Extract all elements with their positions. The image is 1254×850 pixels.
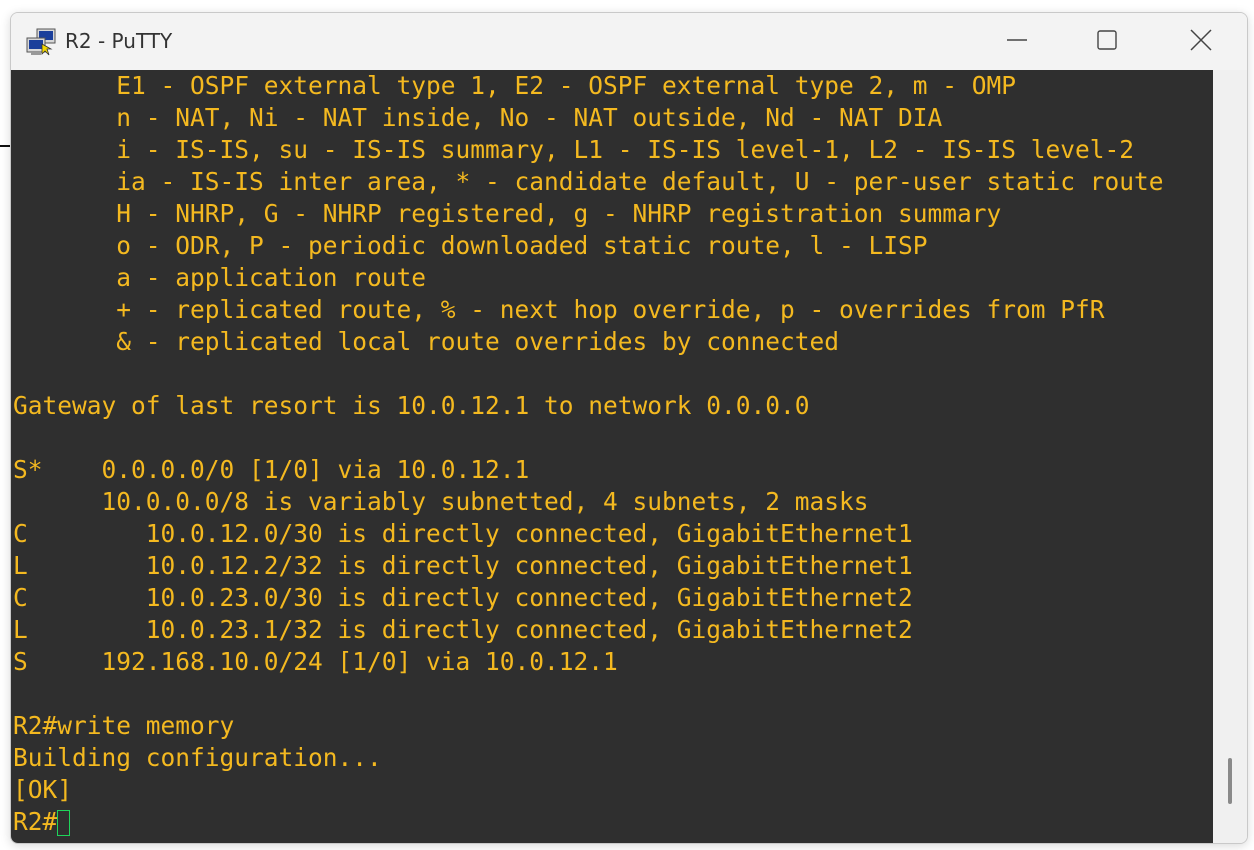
putty-app-icon[interactable] xyxy=(25,27,59,57)
terminal-line: a - application route xyxy=(13,263,427,292)
minimize-button[interactable] xyxy=(971,13,1063,70)
terminal-line: & - replicated local route overrides by … xyxy=(13,327,840,356)
terminal-line: H - NHRP, G - NHRP registered, g - NHRP … xyxy=(13,199,1002,228)
terminal-line: Building configuration... xyxy=(13,743,382,772)
maximize-button[interactable] xyxy=(1061,13,1153,70)
terminal-line: L 10.0.12.2/32 is directly connected, Gi… xyxy=(13,551,913,580)
terminal-prompt-line[interactable]: R2# xyxy=(13,806,1164,838)
terminal-line: + - replicated route, % - next hop overr… xyxy=(13,295,1105,324)
terminal-line: Gateway of last resort is 10.0.12.1 to n… xyxy=(13,391,810,420)
putty-window: R2 - PuTTY E1 - OSPF external type 1, E2… xyxy=(10,12,1248,844)
vertical-scrollbar[interactable] xyxy=(1213,70,1247,843)
terminal-prompt: R2# xyxy=(13,807,58,836)
terminal-line: S* 0.0.0.0/0 [1/0] via 10.0.12.1 xyxy=(13,455,530,484)
window-title: R2 - PuTTY xyxy=(65,29,173,53)
close-icon xyxy=(1189,28,1213,56)
terminal-line: L 10.0.23.1/32 is directly connected, Gi… xyxy=(13,615,913,644)
close-button[interactable] xyxy=(1155,13,1247,70)
terminal-line: ia - IS-IS inter area, * - candidate def… xyxy=(13,167,1164,196)
terminal-line: i - IS-IS, su - IS-IS summary, L1 - IS-I… xyxy=(13,135,1135,164)
minimize-icon xyxy=(1006,29,1028,55)
terminal-line: n - NAT, Ni - NAT inside, No - NAT outsi… xyxy=(13,103,943,132)
scrollbar-thumb[interactable] xyxy=(1228,758,1232,804)
terminal-screen[interactable]: E1 - OSPF external type 1, E2 - OSPF ext… xyxy=(11,70,1213,843)
terminal-line: [OK] xyxy=(13,775,73,804)
terminal-line: R2#write memory xyxy=(13,711,235,740)
terminal-line: S 192.168.10.0/24 [1/0] via 10.0.12.1 xyxy=(13,647,618,676)
maximize-icon xyxy=(1096,29,1118,55)
terminal-line: C 10.0.23.0/30 is directly connected, Gi… xyxy=(13,583,913,612)
terminal-line: C 10.0.12.0/30 is directly connected, Gi… xyxy=(13,519,913,548)
title-bar[interactable]: R2 - PuTTY xyxy=(11,13,1247,70)
text-cursor xyxy=(57,810,71,836)
terminal-line: 10.0.0.0/8 is variably subnetted, 4 subn… xyxy=(13,487,869,516)
terminal-line: E1 - OSPF external type 1, E2 - OSPF ext… xyxy=(13,71,1017,100)
terminal-output: E1 - OSPF external type 1, E2 - OSPF ext… xyxy=(13,70,1164,838)
terminal-line: o - ODR, P - periodic downloaded static … xyxy=(13,231,928,260)
